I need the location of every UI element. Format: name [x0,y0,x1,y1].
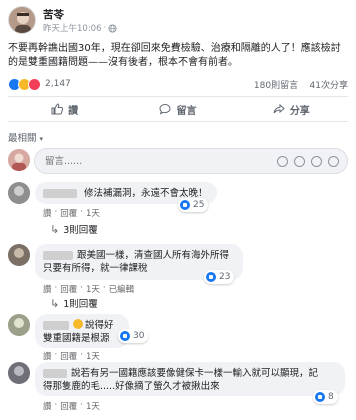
comment-like-count: 25 [193,200,205,210]
post-stats: 180則留言 41次分享 [254,78,348,91]
replies-label: 1則回覆 [63,299,98,310]
comment-text-line2: 得那隻鹿的毛.....好像摘了螢久才被揪出來 [43,381,220,392]
comment-button-label: 留言 [176,105,197,117]
post-text: 不要再幹譙出國30年，現在卻回來免費檢驗、治療和隔離的人了！應該檢討的是雙重國籍… [8,43,341,68]
sticker-icon[interactable] [328,156,339,167]
comment-like-link[interactable]: 讚 [43,350,52,362]
share-count[interactable]: 41次分享 [310,81,348,91]
redacted-name [43,251,73,260]
comment-text-line2: 雙重國籍是根源 [43,333,110,344]
author-name[interactable]: 苦苓 [43,7,64,22]
action-bar: 讚 留言 分享 [8,96,348,122]
comment-text-line1: 說若有另一國籍應該要像健保卡一樣一輸入就可以顯現，記 [71,368,319,379]
author-avatar[interactable] [8,6,36,34]
comment-like-link[interactable]: 讚 [43,400,52,412]
comment-text-line1: 說得好 [85,320,114,331]
comment-bubble: 說若有另一國籍應該要像健保卡一樣一輸入就可以顯現，記 得那隻鹿的毛.....好像… [35,362,345,396]
comment-text-line1: 跟美國一樣，清查國人所有海外所得 [77,250,230,261]
commenter-avatar[interactable] [8,182,30,204]
comment-like-badge[interactable]: 30 [118,329,149,343]
comment-meta: 讚 · 回覆 · 1天 [43,350,100,362]
reactions-bar: 2,147 180則留言 41次分享 [8,77,348,91]
reply-arrow-icon: ↳ [50,222,60,236]
comment-edited-label[interactable]: 已編輯 [109,283,135,295]
love-reaction-icon [28,77,41,91]
like-icon [315,392,325,402]
comment-item: 說得好 雙重國籍是根源 30 讚 · 回覆 · 1天 [8,314,348,362]
comment-icon [159,103,171,115]
comment-like-badge[interactable]: 8 [313,390,338,404]
comment-meta: 讚 · 回覆 · 1天 [43,207,100,219]
comment-like-count: 8 [328,392,334,402]
comment-time[interactable]: 1天 [86,350,100,362]
share-button-label: 分享 [289,105,310,117]
comment-input[interactable] [35,149,255,173]
comment-time[interactable]: 1天 [86,283,100,295]
redacted-name [43,321,69,330]
comment-count[interactable]: 180則留言 [254,81,298,91]
redacted-name [43,189,77,198]
comment-time[interactable]: 1天 [86,207,100,219]
composer-icons [277,156,339,167]
commenter-avatar[interactable] [8,362,30,384]
comment-button[interactable]: 留言 [121,97,234,121]
like-button[interactable]: 讚 [8,97,121,121]
reply-arrow-icon: ↳ [50,296,60,310]
comment-like-link[interactable]: 讚 [43,283,52,295]
sort-label: 最相關 [8,133,37,144]
post-meta: 昨天上午10:06 · [43,22,117,34]
comment-like-link[interactable]: 讚 [43,207,52,219]
comment-sort-dropdown[interactable]: 最相關 ▾ [8,130,43,144]
replies-label: 3則回覆 [63,225,98,236]
thumbs-up-icon [51,103,64,115]
like-icon [180,200,190,210]
post-timestamp[interactable]: 昨天上午10:06 [43,22,102,34]
commenter-avatar[interactable] [8,314,30,336]
share-button[interactable]: 分享 [235,97,348,121]
camera-icon[interactable] [294,156,305,167]
comment-reply-link[interactable]: 回覆 [60,283,77,295]
like-icon [120,331,130,341]
smile-emoji-icon [73,319,83,329]
gif-icon[interactable] [311,156,322,167]
comment-input-box[interactable] [34,148,348,174]
share-icon [273,103,285,114]
commenter-avatar[interactable] [8,244,30,266]
view-replies-link[interactable]: ↳ 1則回覆 [50,296,98,311]
view-replies-link[interactable]: ↳ 3則回覆 [50,222,98,237]
comment-time[interactable]: 1天 [86,400,100,412]
comment-item: 跟美國一樣，清查國人所有海外所得 只要有所得，就一律課稅 23 讚 · 回覆 · 1… [8,244,348,304]
comment-reply-link[interactable]: 回覆 [60,400,77,412]
comment-item: 說若有另一國籍應該要像健保卡一樣一輸入就可以顯現，記 得那隻鹿的毛.....好像… [8,362,348,418]
post-header: 苦苓 昨天上午10:06 · [8,6,348,40]
redacted-name [43,369,67,378]
comment-like-count: 30 [133,331,145,341]
comment-composer [8,148,348,174]
comment-meta: 讚 · 回覆 · 1天 · 已編輯 [43,283,135,295]
comment-bubble: 說得好 雙重國籍是根源 [35,314,129,348]
comment-like-badge[interactable]: 25 [178,198,209,212]
comment-like-count: 23 [219,272,231,282]
comment-reply-link[interactable]: 回覆 [60,350,77,362]
emoji-icon[interactable] [277,156,288,167]
chevron-down-icon: ▾ [39,135,44,143]
reaction-count[interactable]: 2,147 [45,79,71,89]
comment-meta: 讚 · 回覆 · 1天 [43,400,100,412]
user-avatar [8,149,30,171]
globe-icon [108,23,117,33]
comment-reply-link[interactable]: 回覆 [60,207,77,219]
like-button-label: 讚 [68,105,79,117]
like-icon [206,272,216,282]
comment-like-badge[interactable]: 23 [204,270,235,284]
